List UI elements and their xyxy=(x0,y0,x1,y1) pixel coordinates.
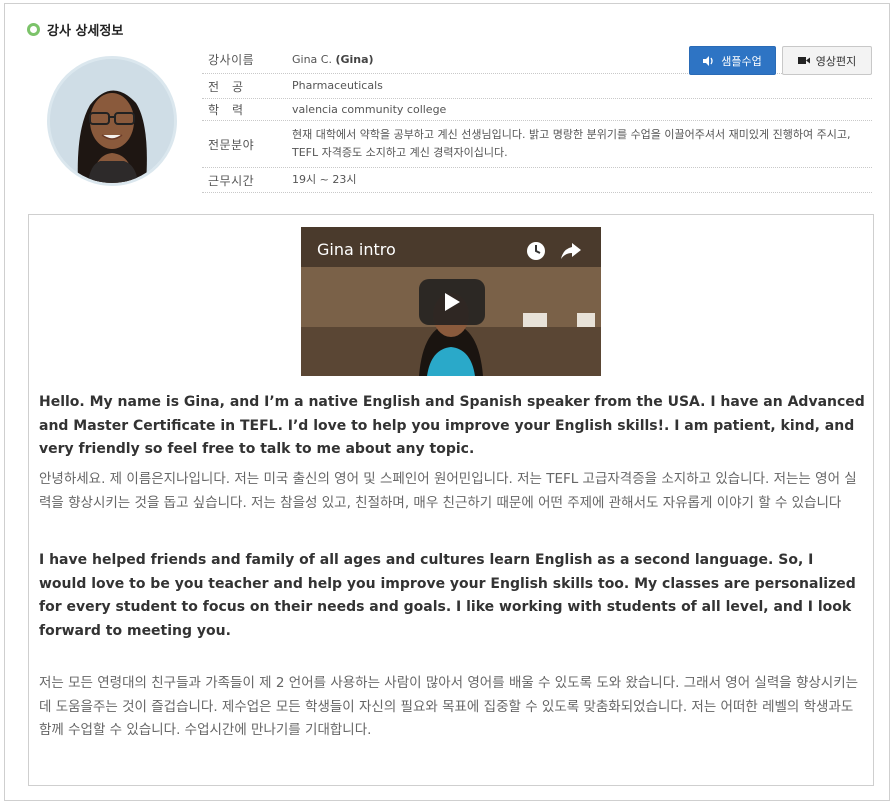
video-title: Gina intro xyxy=(317,240,396,259)
major-label: 전 공 xyxy=(208,79,244,94)
detail-panel: 강사 상세정보 강사이름 Gina C. (Gina) 전 공 Pharmace… xyxy=(4,3,890,801)
intro-paragraph-ko-2: 저는 모든 연령대의 친구들과 가족들이 제 2 언어를 사용하는 사람이 많아… xyxy=(39,675,859,738)
hours-value: 19시 ~ 23시 xyxy=(292,173,357,186)
intro-content-box: Gina intro Hello. My name is Gina, and I… xyxy=(28,214,874,786)
play-icon xyxy=(445,293,460,311)
speaker-icon xyxy=(703,55,713,66)
specialty-value: 현재 대학에서 약학을 공부하고 계신 선생님입니다. 밝고 명랑한 분위기를 … xyxy=(292,128,851,159)
specialty-label: 전문분야 xyxy=(208,137,255,152)
action-buttons: 샘플수업 영상편지 xyxy=(689,46,872,75)
video-camera-icon xyxy=(797,57,810,64)
info-row-specialty: 전문분야 현재 대학에서 약학을 공부하고 계신 선생님입니다. 밝고 명랑한 … xyxy=(202,121,872,168)
info-row-hours: 근무시간 19시 ~ 23시 xyxy=(202,168,872,193)
teacher-info-table: 강사이름 Gina C. (Gina) 전 공 Pharmaceuticals … xyxy=(202,46,872,193)
intro-video[interactable]: Gina intro xyxy=(301,227,601,376)
name-label: 강사이름 xyxy=(208,53,255,67)
share-icon[interactable] xyxy=(560,241,582,261)
intro-paragraph-ko-1: 안녕하세요. 제 이름은지나입니다. 저는 미국 출신의 영어 및 스페인어 원… xyxy=(39,471,857,511)
ring-icon xyxy=(27,22,40,36)
hours-label: 근무시간 xyxy=(208,173,255,188)
intro-paragraph-en-1: Hello. My name is Gina, and I’m a native… xyxy=(39,394,865,457)
name-prefix: Gina C. xyxy=(292,52,332,66)
major-value: Pharmaceuticals xyxy=(292,79,383,92)
video-letter-label: 영상편지 xyxy=(815,54,857,68)
sample-class-button[interactable]: 샘플수업 xyxy=(689,46,776,75)
info-row-education: 학 력 valencia community college xyxy=(202,99,872,121)
info-row-major: 전 공 Pharmaceuticals xyxy=(202,74,872,99)
education-value: valencia community college xyxy=(292,102,447,116)
play-button[interactable] xyxy=(419,279,485,325)
section-title: 강사 상세정보 xyxy=(47,23,124,39)
education-label: 학 력 xyxy=(208,103,244,117)
name-nick: (Gina) xyxy=(335,52,374,66)
sample-class-label: 샘플수업 xyxy=(721,54,762,68)
section-header: 강사 상세정보 xyxy=(27,18,123,40)
clock-icon[interactable] xyxy=(526,241,546,261)
video-letter-button[interactable]: 영상편지 xyxy=(782,46,872,75)
teacher-avatar xyxy=(47,56,177,186)
intro-paragraph-en-2: I have helped friends and family of all … xyxy=(39,552,856,639)
